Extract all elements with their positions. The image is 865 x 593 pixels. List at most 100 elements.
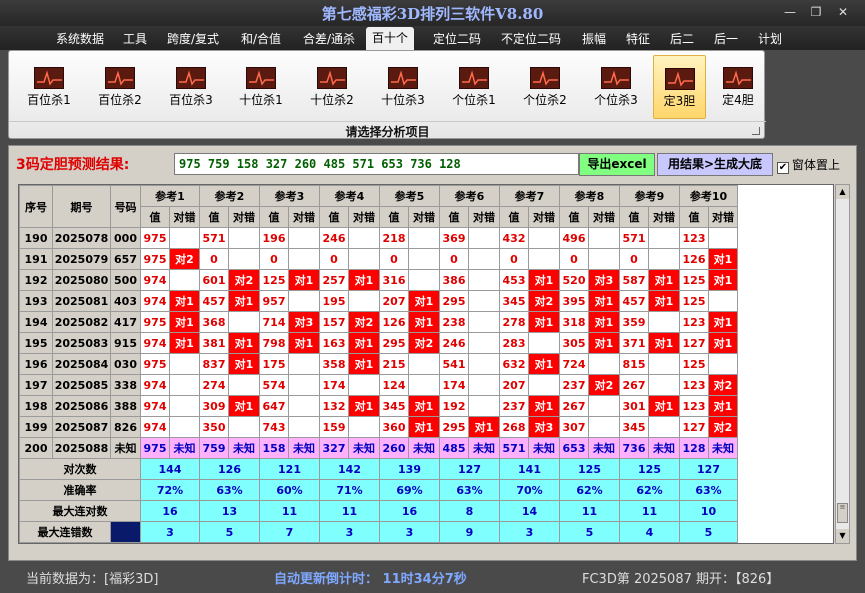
prediction-result-field[interactable]: 975 759 158 327 260 485 571 653 736 128	[174, 153, 579, 175]
export-excel-button[interactable]: 导出excel	[579, 153, 655, 176]
stats-value: 3	[379, 521, 440, 543]
ribbon-button[interactable]: 百位杀2	[87, 55, 153, 119]
code-cell: 030	[110, 353, 141, 375]
value-cell: 360	[379, 416, 409, 438]
ribbon-button[interactable]: 十位杀3	[370, 55, 436, 119]
table-row[interactable]: 190 2025078 000 975 571 196 246 218 369 432 496 571…	[19, 227, 738, 249]
restore-icon[interactable]: ❐	[805, 3, 827, 21]
ribbon-button[interactable]: 百位杀1	[16, 55, 82, 119]
table-row[interactable]: 198 2025086 388 974 309 对1 647 132 对1 345 对1 192 237…	[19, 395, 738, 417]
generate-base-button[interactable]: 用结果>生成大底	[657, 153, 773, 176]
ribbon-button[interactable]: 十位杀2	[299, 55, 365, 119]
value-cell: 126	[379, 311, 409, 333]
value-cell: 0	[499, 248, 529, 270]
scroll-thumb[interactable]: ≡	[837, 503, 848, 523]
prediction-row[interactable]: 200 2025088 未知 975 未知 759 未知 158 未知 327 未知 260 未知 485…	[19, 437, 738, 459]
menu-item[interactable]: 后一	[714, 30, 738, 47]
period-cell: 2025079	[52, 248, 111, 270]
hit-cell	[348, 227, 380, 249]
table-row[interactable]: 196 2025084 030 975 837 对1 175 358 对1 215 541 632 对1…	[19, 353, 738, 375]
ribbon-expand-icon[interactable]	[752, 127, 760, 135]
checkbox-icon[interactable]: ✔	[777, 162, 789, 174]
menu-item[interactable]: 定位二码	[433, 30, 481, 47]
menu-item[interactable]: 跨度/复式	[167, 30, 219, 47]
period-cell: 2025085	[52, 374, 111, 396]
value-cell: 132	[319, 395, 349, 417]
table-row[interactable]: 191 2025079 657 975 对2 0 0 0 0 0 0 0 0 126 对1	[19, 248, 738, 270]
hit-cell	[169, 395, 200, 417]
hit-cell	[528, 227, 560, 249]
value-cell: 345	[619, 416, 649, 438]
hit-cell: 未知	[288, 437, 320, 459]
vertical-scrollbar[interactable]: ▲ ≡ ▼	[835, 184, 850, 544]
group-header: 参考8	[559, 185, 620, 207]
hit-cell	[408, 353, 440, 375]
ribbon-button[interactable]: 个位杀2	[512, 55, 578, 119]
value-cell: 267	[619, 374, 649, 396]
value-cell: 345	[379, 395, 409, 417]
hit-cell: 对1	[528, 311, 560, 333]
table-row[interactable]: 193 2025081 403 974 对1 457 对1 957 195 207 对1 295 345…	[19, 290, 738, 312]
result-table: 序号 期号 号码 参考1 参考2 参考3 参考4 参考5 参考6 参考7 参考8 参考9 参考10 值对错…	[19, 185, 738, 543]
value-cell: 123	[679, 311, 709, 333]
row-number-cell: 190	[19, 227, 53, 249]
stats-row: 最大连错数 3 5 7 3 3 9 3 5 4 5	[19, 521, 738, 543]
table-row[interactable]: 194 2025082 417 975 对1 368 714 对3 157 对2 126 对1 238 2…	[19, 311, 738, 333]
value-cell: 457	[199, 290, 229, 312]
stats-value: 139	[379, 458, 440, 480]
menu-item[interactable]: 工具	[123, 30, 147, 47]
ribbon-button[interactable]: 个位杀3	[583, 55, 649, 119]
table-row[interactable]: 192 2025080 500 974 601 对2 125 对1 257 对1 316 386 453…	[19, 269, 738, 291]
scroll-up-icon[interactable]: ▲	[836, 185, 849, 199]
ribbon-button-label: 百位杀2	[98, 93, 142, 107]
minimize-icon[interactable]: —	[779, 3, 801, 21]
value-cell: 647	[259, 395, 289, 417]
value-cell: 714	[259, 311, 289, 333]
value-cell: 496	[559, 227, 589, 249]
table-row[interactable]: 197 2025085 338 974 274 574 174 124 174 207 237 对2 2…	[19, 374, 738, 396]
menu-item[interactable]: 特征	[626, 30, 650, 47]
hit-cell: 对1	[708, 269, 738, 291]
ribbon-button[interactable]: 定4胆	[713, 55, 763, 119]
menu-item[interactable]: 和/合值	[241, 30, 281, 47]
code-cell: 388	[110, 395, 141, 417]
menu-item[interactable]: 计划	[758, 30, 782, 47]
hit-cell: 对3	[528, 416, 560, 438]
value-cell: 974	[140, 374, 170, 396]
menu-item[interactable]: 百十个	[366, 27, 415, 50]
stats-value: 127	[679, 458, 738, 480]
menu-item[interactable]: 合差/通杀	[303, 30, 355, 47]
menu-item[interactable]: 不定位二码	[501, 30, 561, 47]
menu-item[interactable]: 系统数据	[56, 30, 104, 47]
table-row[interactable]: 199 2025087 826 974 350 743 159 360 对1 295 对1 268 对3…	[19, 416, 738, 438]
ribbon-button[interactable]: 个位杀1	[441, 55, 507, 119]
hit-cell: 对1	[708, 332, 738, 354]
ribbon-button[interactable]: 定3胆	[653, 55, 706, 119]
code-cell: 338	[110, 374, 141, 396]
stats-value: 60%	[259, 479, 320, 501]
stats-value: 7	[259, 521, 320, 543]
chart-icon	[317, 67, 347, 89]
hit-cell	[408, 248, 440, 270]
menu-item[interactable]: 振幅	[582, 30, 606, 47]
scroll-down-icon[interactable]: ▼	[836, 529, 849, 543]
hit-cell	[708, 227, 738, 249]
row-number-cell: 195	[19, 332, 53, 354]
ribbon-panel: 请选择分析项目 百位杀1 百位杀2 百位杀3 十位杀1 十位杀2 十位杀3 个位杀1 个位杀2…	[8, 50, 766, 139]
column-header: 对错	[408, 206, 440, 228]
menu-item[interactable]: 后二	[670, 30, 694, 47]
selected-cell[interactable]	[110, 521, 141, 543]
row-number-cell: 197	[19, 374, 53, 396]
topmost-checkbox[interactable]: ✔ 窗体置上	[777, 156, 840, 174]
hit-cell	[288, 395, 320, 417]
ribbon-button[interactable]: 十位杀1	[228, 55, 294, 119]
hit-cell	[288, 374, 320, 396]
hit-cell	[408, 269, 440, 291]
ribbon-button[interactable]: 百位杀3	[158, 55, 224, 119]
close-icon[interactable]: ✕	[832, 3, 854, 21]
value-cell: 163	[319, 332, 349, 354]
table-row[interactable]: 195 2025083 915 974 对1 381 对1 798 对1 163 对1 295 对2 24…	[19, 332, 738, 354]
hit-cell: 对1	[348, 332, 380, 354]
column-header: 值	[259, 206, 289, 228]
value-cell: 601	[199, 269, 229, 291]
